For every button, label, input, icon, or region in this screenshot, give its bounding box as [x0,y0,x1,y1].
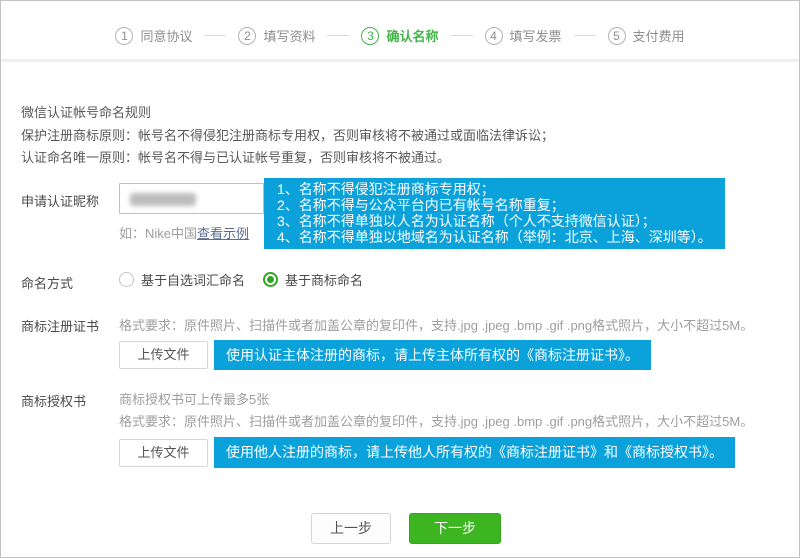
nickname-rule-3: 3、名称不得单独以人名为认证名称（个人不支持微信认证）； [277,213,712,229]
step-separator [327,35,349,36]
naming-method-label: 命名方式 [21,273,73,292]
rules-title: 微信认证帐号命名规则 [21,102,151,121]
nickname-input[interactable] [119,183,264,214]
step-4-label: 填写发票 [510,26,562,45]
step-2-circle-icon: 2 [238,27,256,45]
step-3-label: 确认名称 [386,26,438,45]
rule-trademark-protection: 保护注册商标原则：帐号名不得侵犯注册商标专用权，否则审核将不被通过或面临法律诉讼… [21,125,554,144]
header-divider [1,59,799,62]
nickname-hint-example: 如：Nike中国 [119,226,197,241]
step-separator [574,35,596,36]
radio-selected-icon [263,272,278,287]
upload-trademark-cert-button[interactable]: 上传文件 [119,341,208,369]
view-example-link[interactable]: 查看示例 [197,226,249,241]
trademark-cert-format-requirements: 格式要求：原件照片、扫描件或者加盖公章的复印件，支持.jpg .jpeg .bm… [119,315,753,334]
step-4-circle-icon: 4 [485,27,503,45]
radio-option-label: 基于自选词汇命名 [141,270,245,289]
rule-unique-naming: 认证命名唯一原则：帐号名不得与已认证帐号重复，否则审核将不被通过。 [21,147,450,166]
previous-step-button[interactable]: 上一步 [311,513,391,544]
radio-dot [267,276,274,283]
radio-option-label: 基于商标命名 [285,270,363,289]
radio-option-custom-words[interactable]: 基于自选词汇命名 [119,270,245,289]
step-agree: 1 同意协议 [115,26,192,45]
step-separator [204,35,226,36]
step-5-circle-icon: 5 [608,27,626,45]
trademark-cert-tooltip: 使用认证主体注册的商标，请上传主体所有权的《商标注册证书》。 [214,340,651,370]
next-step-button[interactable]: 下一步 [409,513,501,544]
nickname-rule-4: 4、名称不得单独以地域名为认证名称（举例：北京、上海、深圳等）。 [277,229,712,245]
step-fill-info: 2 填写资料 [238,26,315,45]
step-1-label: 同意协议 [140,26,192,45]
authorization-max-note: 商标授权书可上传最多5张 [119,389,269,408]
step-2-label: 填写资料 [263,26,315,45]
step-confirm-name-active: 3 确认名称 [361,26,438,45]
step-invoice: 4 填写发票 [485,26,562,45]
radio-unselected-icon [119,272,134,287]
upload-authorization-button[interactable]: 上传文件 [119,439,208,467]
step-payment: 5 支付费用 [608,26,685,45]
authorization-tooltip: 使用他人注册的商标，请上传他人所有权的《商标注册证书》和《商标授权书》。 [214,437,735,468]
step-separator [451,35,473,36]
trademark-cert-label: 商标注册证书 [21,316,99,335]
nickname-hint: 如：Nike中国查看示例 [119,223,249,242]
progress-stepper: 1 同意协议 2 填写资料 3 确认名称 4 填写发票 5 支付费用 [1,26,799,45]
nickname-rules-tooltip: 1、名称不得侵犯注册商标专用权； 2、名称不得与公众平台内已有帐号名称重复； 3… [264,178,725,249]
nickname-rule-1: 1、名称不得侵犯注册商标专用权； [277,181,712,197]
nickname-rule-2: 2、名称不得与公众平台内已有帐号名称重复； [277,197,712,213]
step-1-circle-icon: 1 [115,27,133,45]
wechat-verification-page: 1 同意协议 2 填写资料 3 确认名称 4 填写发票 5 支付费用 微信认证帐… [0,0,800,558]
nickname-field-label: 申请认证昵称 [21,191,99,210]
authorization-format-requirements: 格式要求：原件照片、扫描件或者加盖公章的复印件，支持.jpg .jpeg .bm… [119,411,753,430]
nickname-blurred-value [130,193,196,206]
authorization-label: 商标授权书 [21,391,86,410]
radio-option-trademark[interactable]: 基于商标命名 [263,270,363,289]
step-5-label: 支付费用 [633,26,685,45]
step-3-circle-icon: 3 [361,27,379,45]
